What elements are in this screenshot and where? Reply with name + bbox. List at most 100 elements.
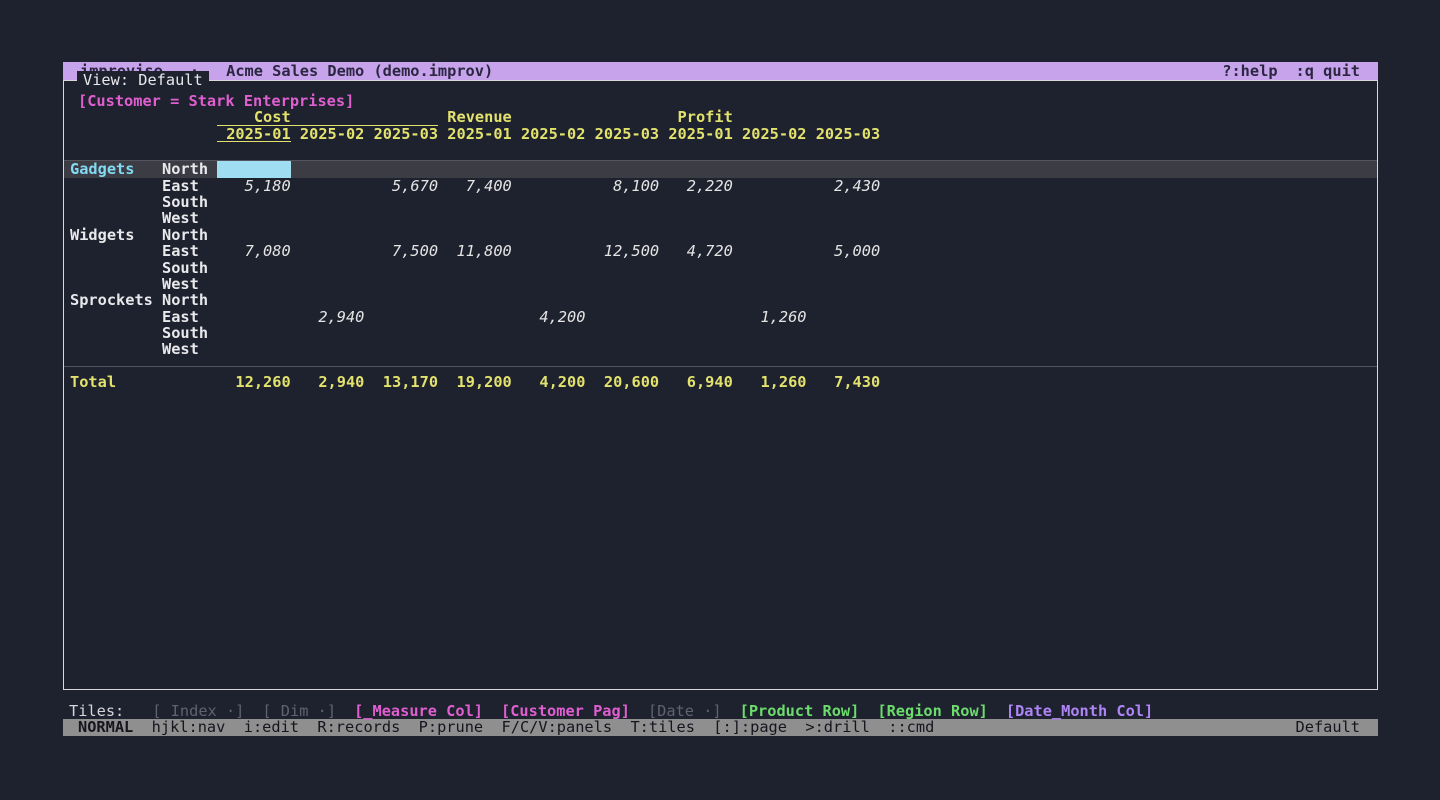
- value-cell[interactable]: [217, 194, 291, 210]
- tile-toggle[interactable]: [ Dim ·]: [262, 703, 336, 719]
- value-cell[interactable]: [807, 260, 881, 276]
- value-cell[interactable]: [291, 227, 365, 243]
- tile-toggle[interactable]: [ Index ·]: [152, 703, 244, 719]
- value-cell[interactable]: [217, 341, 291, 357]
- value-cell[interactable]: [512, 210, 586, 226]
- tile-toggle[interactable]: [Customer Pag]: [501, 703, 630, 719]
- value-cell[interactable]: [364, 276, 438, 292]
- value-cell[interactable]: [659, 227, 733, 243]
- month-header[interactable]: 2025-01: [659, 126, 733, 142]
- table-row[interactable]: Gadgets North: [64, 161, 1377, 177]
- value-cell[interactable]: [217, 260, 291, 276]
- month-header[interactable]: 2025-01: [217, 126, 291, 142]
- table-row[interactable]: West: [64, 276, 1377, 292]
- value-cell[interactable]: [438, 161, 512, 177]
- value-cell[interactable]: [659, 325, 733, 341]
- tile-toggle[interactable]: [Product Row]: [740, 703, 860, 719]
- value-cell[interactable]: [291, 341, 365, 357]
- value-cell[interactable]: 4,720: [659, 243, 733, 259]
- value-cell[interactable]: [659, 276, 733, 292]
- value-cell[interactable]: [217, 210, 291, 226]
- value-cell[interactable]: [733, 194, 807, 210]
- value-cell[interactable]: [585, 161, 659, 177]
- value-cell[interactable]: [733, 178, 807, 194]
- value-cell[interactable]: [291, 260, 365, 276]
- table-row[interactable]: Sprockets North: [64, 292, 1377, 308]
- value-cell[interactable]: [733, 243, 807, 259]
- value-cell[interactable]: [364, 210, 438, 226]
- value-cell[interactable]: [512, 178, 586, 194]
- value-cell[interactable]: [364, 292, 438, 308]
- value-cell[interactable]: [733, 276, 807, 292]
- value-cell[interactable]: [438, 309, 512, 325]
- month-header[interactable]: 2025-03: [364, 126, 438, 142]
- value-cell[interactable]: [291, 178, 365, 194]
- value-cell[interactable]: [291, 325, 365, 341]
- value-cell[interactable]: 2,430: [807, 178, 881, 194]
- value-cell[interactable]: 4,200: [512, 309, 586, 325]
- tile-toggle[interactable]: [Date ·]: [648, 703, 722, 719]
- value-cell[interactable]: 5,180: [217, 178, 291, 194]
- table-row[interactable]: East 5,180 5,670 7,400 8,100 2,220 2,430: [64, 178, 1377, 194]
- value-cell[interactable]: [364, 325, 438, 341]
- value-cell[interactable]: [512, 292, 586, 308]
- value-cell[interactable]: [659, 309, 733, 325]
- month-header[interactable]: 2025-03: [807, 126, 881, 142]
- value-cell[interactable]: [807, 292, 881, 308]
- value-cell[interactable]: [438, 341, 512, 357]
- value-cell[interactable]: [512, 243, 586, 259]
- value-cell[interactable]: [512, 341, 586, 357]
- value-cell[interactable]: [585, 227, 659, 243]
- value-cell[interactable]: [585, 194, 659, 210]
- tile-toggle[interactable]: [_Measure Col]: [354, 703, 483, 719]
- value-cell[interactable]: [217, 292, 291, 308]
- value-cell[interactable]: [438, 260, 512, 276]
- value-cell[interactable]: [733, 260, 807, 276]
- value-cell[interactable]: [438, 227, 512, 243]
- value-cell[interactable]: 12,500: [585, 243, 659, 259]
- tile-toggle[interactable]: [Region Row]: [877, 703, 988, 719]
- value-cell[interactable]: [217, 309, 291, 325]
- value-cell[interactable]: [807, 161, 881, 177]
- value-cell[interactable]: [659, 292, 733, 308]
- value-cell[interactable]: [512, 325, 586, 341]
- table-row[interactable]: South: [64, 325, 1377, 341]
- table-row[interactable]: South: [64, 260, 1377, 276]
- value-cell[interactable]: [585, 309, 659, 325]
- value-cell[interactable]: [733, 341, 807, 357]
- value-cell[interactable]: 7,080: [217, 243, 291, 259]
- value-cell[interactable]: 7,500: [364, 243, 438, 259]
- value-cell[interactable]: [291, 243, 365, 259]
- value-cell[interactable]: [585, 325, 659, 341]
- measure-header-profit[interactable]: Profit: [659, 109, 733, 125]
- value-cell[interactable]: [659, 210, 733, 226]
- value-cell[interactable]: [438, 292, 512, 308]
- value-cell[interactable]: [217, 161, 291, 177]
- value-cell[interactable]: [438, 276, 512, 292]
- table-row[interactable]: East 2,940 4,200 1,260: [64, 309, 1377, 325]
- value-cell[interactable]: [807, 309, 881, 325]
- value-cell[interactable]: [364, 341, 438, 357]
- value-cell[interactable]: 8,100: [585, 178, 659, 194]
- measure-header-cost[interactable]: Cost: [217, 109, 438, 125]
- value-cell[interactable]: [291, 276, 365, 292]
- value-cell[interactable]: [217, 227, 291, 243]
- month-header[interactable]: 2025-03: [585, 126, 659, 142]
- value-cell[interactable]: 11,800: [438, 243, 512, 259]
- value-cell[interactable]: [217, 276, 291, 292]
- month-header[interactable]: 2025-02: [512, 126, 586, 142]
- value-cell[interactable]: [291, 194, 365, 210]
- value-cell[interactable]: [585, 341, 659, 357]
- value-cell[interactable]: [659, 341, 733, 357]
- value-cell[interactable]: [733, 292, 807, 308]
- value-cell[interactable]: [659, 260, 733, 276]
- value-cell[interactable]: [512, 276, 586, 292]
- value-cell[interactable]: [807, 325, 881, 341]
- value-cell[interactable]: [733, 210, 807, 226]
- value-cell[interactable]: [512, 227, 586, 243]
- value-cell[interactable]: [807, 227, 881, 243]
- value-cell[interactable]: [659, 161, 733, 177]
- page-filter-chip[interactable]: [Customer = Stark Enterprises]: [78, 93, 1377, 109]
- table-row[interactable]: East 7,080 7,500 11,800 12,500 4,720 5,0…: [64, 243, 1377, 259]
- value-cell[interactable]: [512, 161, 586, 177]
